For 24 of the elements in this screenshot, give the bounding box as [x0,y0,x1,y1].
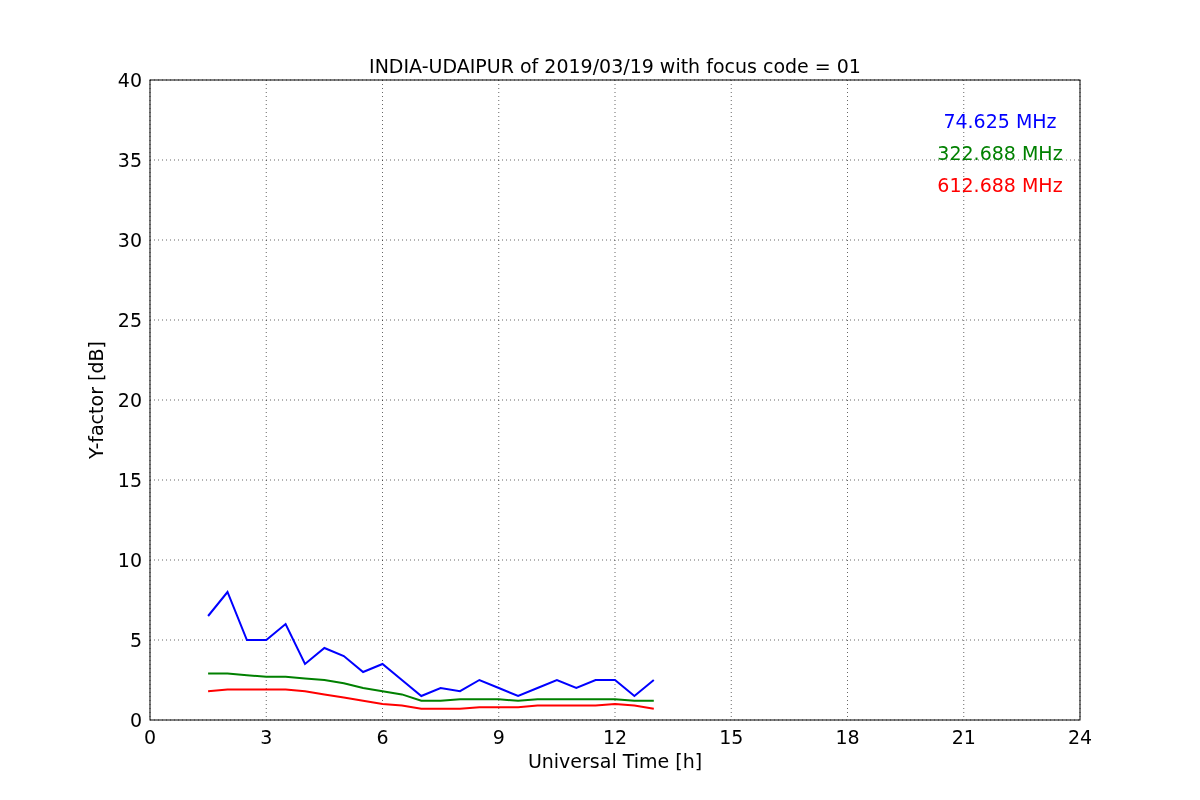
legend-label: 74.625 MHz [943,110,1057,132]
tick-label: 0 [143,726,157,748]
tick-label: 5 [129,629,142,651]
chart-title: INDIA-UDAIPUR of 2019/03/19 with focus code = 01 [369,55,861,77]
tick-label: 3 [260,726,273,748]
tick-label: 24 [1067,726,1093,748]
tick-label: 18 [835,726,860,748]
tick-label: 30 [117,229,142,251]
tick-label: 25 [117,309,142,331]
legend-label: 322.688 MHz [937,142,1063,164]
axis-label: Y-factor [dB] [85,341,107,459]
tick-label: 9 [492,726,505,748]
tick-label: 15 [117,469,142,491]
axis-label: Universal Time [h] [527,750,703,772]
tick-label: 6 [376,726,389,748]
tick-label: 40 [117,69,142,91]
tick-label: 12 [602,726,628,748]
tick-label: 10 [117,549,142,571]
tick-label: 20 [117,389,142,411]
tick-label: 15 [719,726,744,748]
tick-label: 0 [129,709,142,731]
tick-label: 21 [951,726,976,748]
legend-label: 612.688 MHz [937,174,1063,196]
tick-label: 35 [117,149,142,171]
